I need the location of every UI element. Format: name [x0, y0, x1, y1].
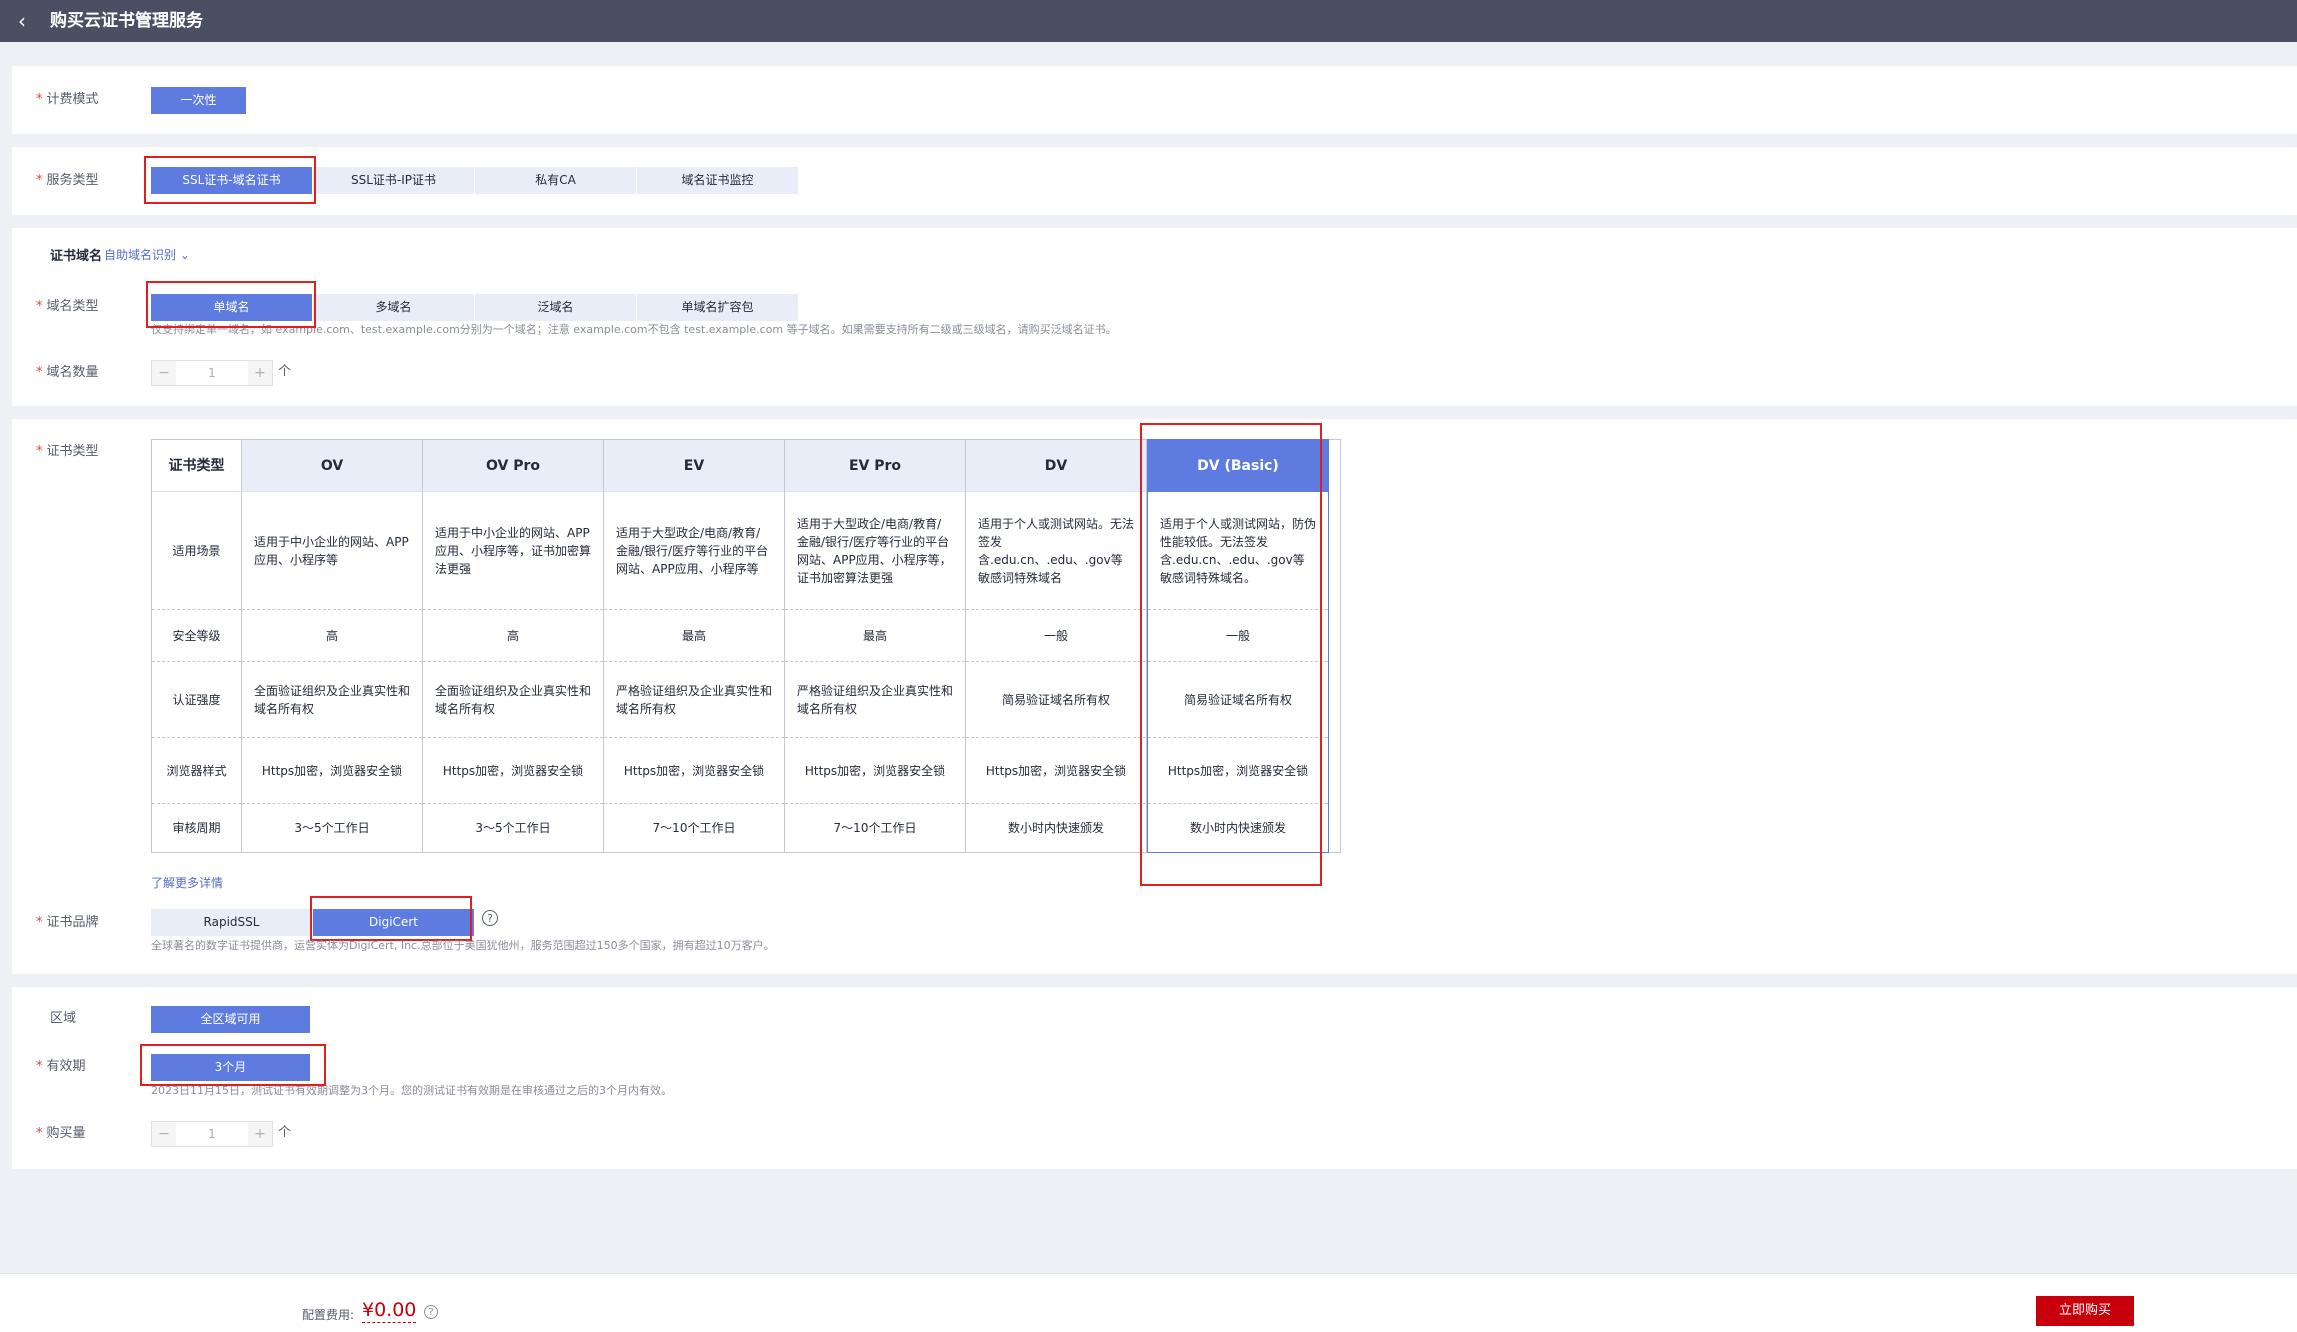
cert-column-ev[interactable]: EV 适用于大型政企/电商/教育/金融/银行/医疗等行业的平台网站、APP应用、… — [604, 440, 785, 852]
cert-auth: 全面验证组织及企业真实性和域名所有权 — [242, 662, 422, 738]
cert-name: EV Pro — [785, 440, 965, 492]
cert-scene: 适用于中小企业的网站、APP应用、小程序等 — [242, 492, 422, 610]
row-label-auth: 认证强度 — [152, 662, 241, 738]
cert-period: 数小时内快速颁发 — [1007, 821, 1104, 835]
page-title: 购买云证书管理服务 — [50, 11, 203, 31]
domain-count-label: * 域名数量 — [36, 365, 99, 380]
minus-icon[interactable]: − — [152, 361, 176, 385]
top-bar: ‹ 购买云证书管理服务 — [0, 0, 2297, 42]
fee-value: ¥0.00 — [362, 1299, 417, 1323]
quantity-stepper[interactable]: − 1 + — [151, 1121, 273, 1147]
buy-now-button[interactable]: 立即购买 — [2036, 1296, 2134, 1326]
validity-label: * 有效期 — [36, 1059, 86, 1074]
plus-icon[interactable]: + — [248, 361, 272, 385]
cert-name: OV Pro — [423, 440, 603, 492]
billing-label: * 计费模式 — [36, 92, 99, 107]
domain-count-value[interactable]: 1 — [176, 361, 248, 385]
footer-bar: 配置费用: ¥0.00 ? 立即购买 — [0, 1273, 2297, 1332]
cert-level: 高 — [423, 610, 603, 662]
domain-type-expansion[interactable]: 单域名扩容包 — [637, 294, 799, 321]
learn-more-link[interactable]: 了解更多详情 — [151, 874, 223, 891]
brand-hint: 全球著名的数字证书提供商，运营实体为DigiCert, Inc.总部位于美国犹他… — [151, 939, 775, 952]
cert-auth: 严格验证组织及企业真实性和域名所有权 — [604, 662, 784, 738]
plus-icon[interactable]: + — [248, 1122, 272, 1146]
quantity-unit: 个 — [278, 1125, 292, 1140]
question-circle-icon[interactable]: ? — [424, 1305, 438, 1319]
cert-browser: Https加密，浏览器安全锁 — [242, 738, 422, 804]
cert-column-ov[interactable]: OV 适用于中小企业的网站、APP应用、小程序等 高 全面验证组织及企业真实性和… — [242, 440, 423, 852]
cert-auth: 严格验证组织及企业真实性和域名所有权 — [785, 662, 965, 738]
domain-type-multi[interactable]: 多域名 — [313, 294, 475, 321]
chevron-down-icon: ⌄ — [179, 248, 190, 262]
cert-type-label: * 证书类型 — [36, 444, 99, 459]
chevron-left-icon[interactable]: ‹ — [18, 9, 26, 33]
service-type-card: * 服务类型 SSL证书-域名证书 SSL证书-IP证书 私有CA 域名证书监控 — [12, 147, 2297, 215]
region-label: 区域 — [50, 1011, 77, 1026]
row-label-level: 安全等级 — [152, 610, 241, 662]
cert-level: 高 — [242, 610, 422, 662]
row-label-period: 审核周期 — [172, 821, 221, 835]
cert-domain-section-title: 证书域名 — [50, 249, 103, 264]
cert-auth: 简易验证域名所有权 — [966, 662, 1146, 738]
billing-card: * 计费模式 一次性 — [12, 66, 2297, 134]
cert-period: 3～5个工作日 — [475, 821, 551, 835]
cert-scene: 适用于个人或测试网站。无法签发含.edu.cn、.edu、.gov等敏感词特殊域… — [966, 492, 1146, 610]
cert-name: OV — [242, 440, 422, 492]
validity-hint: 2023日11月15日，测试证书有效期调整为3个月。您的测试证书有效期是在审核通… — [151, 1084, 672, 1097]
row-label-column: 证书类型 适用场景 安全等级 认证强度 浏览器样式 审核周期 — [152, 440, 242, 852]
cert-type-card: * 证书类型 证书类型 适用场景 安全等级 认证强度 浏览器样式 审核周期 OV … — [12, 419, 2297, 974]
domain-count-stepper[interactable]: − 1 + — [151, 360, 273, 386]
cert-level: 最高 — [785, 610, 965, 662]
domain-count-unit: 个 — [278, 364, 292, 379]
cert-name: DV — [966, 440, 1146, 492]
domain-type-wildcard[interactable]: 泛域名 — [475, 294, 637, 321]
brand-label: * 证书品牌 — [36, 915, 99, 930]
row-label-browser: 浏览器样式 — [152, 738, 241, 804]
row-label-scene: 适用场景 — [152, 492, 241, 610]
service-type-label: * 服务类型 — [36, 173, 99, 188]
cert-period: 7～10个工作日 — [652, 821, 736, 835]
purchase-options-card: 区域 全区域可用 * 有效期 3个月 2023日11月15日，测试证书有效期调整为… — [12, 987, 2297, 1169]
cert-browser: Https加密，浏览器安全锁 — [785, 738, 965, 804]
cert-browser: Https加密，浏览器安全锁 — [423, 738, 603, 804]
billing-option-once[interactable]: 一次性 — [151, 87, 247, 114]
cert-period: 7～10个工作日 — [833, 821, 917, 835]
highlight-box — [144, 156, 316, 204]
cert-domain-card: 证书域名 自助域名识别 ⌄ * 域名类型 单域名 多域名 泛域名 单域名扩容包 仅… — [12, 228, 2297, 406]
cert-level: 一般 — [966, 610, 1146, 662]
service-option-ip-cert[interactable]: SSL证书-IP证书 — [313, 167, 475, 194]
highlight-box — [1140, 423, 1322, 886]
quantity-label: * 购买量 — [36, 1126, 86, 1141]
cert-scene: 适用于大型政企/电商/教育/金融/银行/医疗等行业的平台网站、APP应用、小程序… — [604, 492, 784, 610]
cert-column-dv[interactable]: DV 适用于个人或测试网站。无法签发含.edu.cn、.edu、.gov等敏感词… — [966, 440, 1147, 852]
question-circle-icon[interactable]: ? — [482, 910, 498, 926]
quantity-value[interactable]: 1 — [176, 1122, 248, 1146]
region-option-all[interactable]: 全区域可用 — [151, 1006, 311, 1033]
highlight-box — [140, 1044, 326, 1086]
fee-label: 配置费用: — [302, 1308, 355, 1322]
highlight-box — [146, 281, 316, 328]
cert-level: 最高 — [604, 610, 784, 662]
cert-period: 3～5个工作日 — [294, 821, 370, 835]
cert-scene: 适用于大型政企/电商/教育/金融/银行/医疗等行业的平台网站、APP应用、小程序… — [785, 492, 965, 610]
cert-auth: 全面验证组织及企业真实性和域名所有权 — [423, 662, 603, 738]
service-option-domain-monitor[interactable]: 域名证书监控 — [637, 167, 799, 194]
row-header: 证书类型 — [152, 440, 241, 492]
brand-option-rapidssl[interactable]: RapidSSL — [151, 909, 313, 936]
cert-column-ev-pro[interactable]: EV Pro 适用于大型政企/电商/教育/金融/银行/医疗等行业的平台网站、AP… — [785, 440, 966, 852]
cert-browser: Https加密，浏览器安全锁 — [966, 738, 1146, 804]
cert-column-ov-pro[interactable]: OV Pro 适用于中小企业的网站、APP应用、小程序等，证书加密算法更强 高 … — [423, 440, 604, 852]
service-option-private-ca[interactable]: 私有CA — [475, 167, 637, 194]
minus-icon[interactable]: − — [152, 1122, 176, 1146]
domain-type-label: * 域名类型 — [36, 299, 99, 314]
highlight-box — [310, 896, 472, 941]
cert-browser: Https加密，浏览器安全锁 — [604, 738, 784, 804]
auto-detect-link[interactable]: 自助域名识别 ⌄ — [104, 246, 190, 263]
cert-name: EV — [604, 440, 784, 492]
cert-scene: 适用于中小企业的网站、APP应用、小程序等，证书加密算法更强 — [423, 492, 603, 610]
